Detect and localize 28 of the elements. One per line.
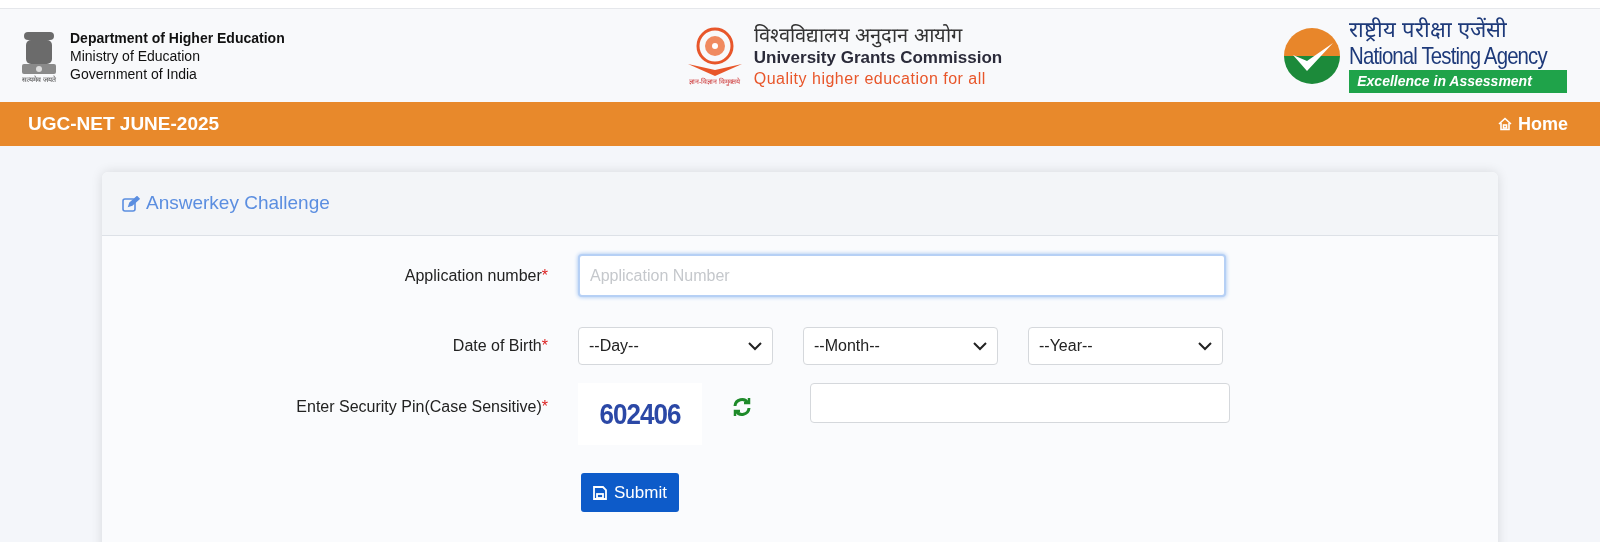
refresh-icon — [732, 397, 752, 417]
save-icon — [593, 485, 607, 500]
card-title: Answerkey Challenge — [146, 191, 330, 216]
exam-title: UGC-NET JUNE-2025 — [28, 111, 220, 136]
field-label: Application number* — [403, 265, 549, 286]
commission-tagline: Quality higher education for all — [753, 68, 987, 89]
dropdown[interactable]: --Year-- — [1028, 327, 1223, 365]
dropdown[interactable]: --Month-- — [803, 327, 998, 365]
application-number-field[interactable]: Application Number — [578, 254, 1226, 297]
security-pin-field[interactable] — [810, 383, 1230, 423]
field-label: Enter Security Pin(Case Sensitive)* — [295, 397, 549, 417]
captcha-image: 602406 — [578, 383, 702, 445]
chevron-down-icon — [973, 341, 987, 351]
agency-name: National Testing Agency — [1349, 42, 1548, 70]
field-label: Date of Birth* — [451, 336, 549, 356]
dropdown[interactable]: --Day-- — [578, 327, 773, 365]
submit-button[interactable]: Submit — [581, 473, 679, 512]
home-icon — [1498, 117, 1512, 131]
hindi-title: विश्वविद्यालय अनुदान आयोग — [753, 22, 964, 47]
commission-name: University Grants Commission — [753, 47, 1003, 69]
agency-tagline: Excellence in Assessment — [1349, 70, 1568, 93]
department-line: Department of Higher Education — [70, 28, 285, 47]
agency-hindi-title: राष्ट्रीय परीक्षा एजेंसी — [1349, 18, 1508, 42]
chevron-down-icon — [1198, 341, 1212, 351]
department-line: Ministry of Education — [70, 46, 201, 65]
edit-icon — [122, 195, 140, 212]
department-line: Government of India — [70, 64, 198, 83]
chevron-down-icon — [748, 341, 762, 351]
